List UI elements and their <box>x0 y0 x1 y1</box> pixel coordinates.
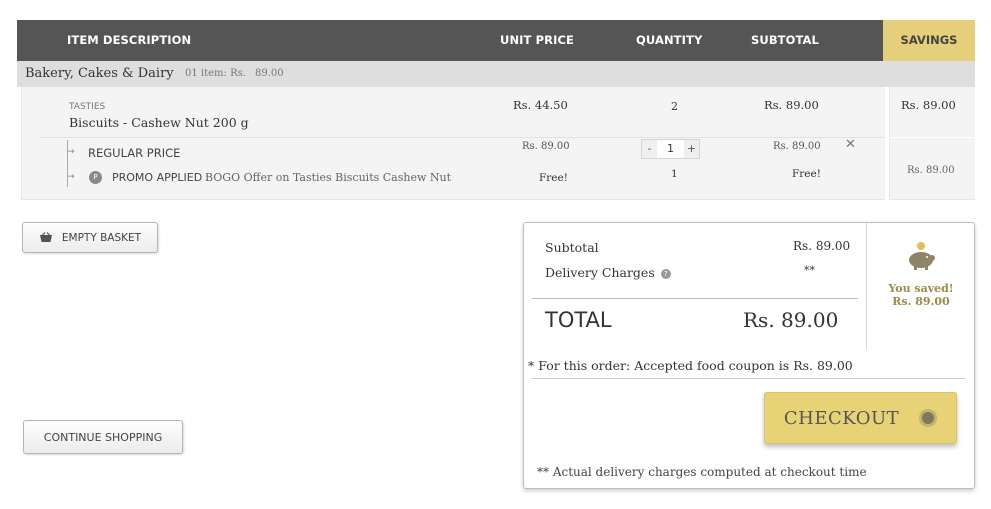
quantity-value[interactable]: 1 <box>657 140 684 158</box>
item-brand: TASTIES <box>69 102 106 112</box>
summary-divider <box>532 378 965 379</box>
total-label: TOTAL <box>545 308 612 332</box>
delivery-charges-value: ** <box>804 264 815 277</box>
delivery-note: ** Actual delivery charges computed at c… <box>537 465 867 479</box>
quantity-stepper[interactable]: - 1 + <box>641 139 700 159</box>
piggy-bank-icon <box>909 242 935 270</box>
summary-divider-vertical <box>866 223 867 349</box>
promo-quantity: 1 <box>671 168 678 180</box>
regular-unit-price: Rs. 89.00 <box>522 141 570 152</box>
header-subtotal: SUBTOTAL <box>751 33 819 47</box>
subtotal-label: Subtotal <box>545 240 599 255</box>
category-item-count: 01 item: Rs. <box>185 68 246 79</box>
promo-icon: P <box>89 171 102 184</box>
category-total: 89.00 <box>255 68 284 79</box>
arrow-right-icon: → <box>67 147 75 157</box>
increment-button[interactable]: + <box>684 140 699 158</box>
summary-divider <box>532 298 858 299</box>
coupon-note: * For this order: Accepted food coupon i… <box>528 358 853 373</box>
item-quantity: 2 <box>671 100 678 113</box>
continue-shopping-button[interactable]: CONTINUE SHOPPING <box>23 420 183 454</box>
arrow-right-icon: → <box>67 172 75 182</box>
total-value: Rs. 89.00 <box>743 308 839 332</box>
header-savings: SAVINGS <box>883 20 975 61</box>
basket-icon <box>39 232 52 242</box>
category-name: Bakery, Cakes & Dairy <box>25 66 174 81</box>
delivery-charges-row: Delivery Charges ? <box>545 265 671 280</box>
item-divider <box>41 137 885 138</box>
header-item-description: ITEM DESCRIPTION <box>67 33 192 47</box>
promo-description: BOGO Offer on Tasties Biscuits Cashew Nu… <box>205 171 452 184</box>
empty-basket-button[interactable]: EMPTY BASKET <box>22 222 158 253</box>
promo-unit-price: Free! <box>539 172 568 184</box>
item-name[interactable]: Biscuits - Cashew Nut 200 g <box>69 115 249 130</box>
empty-basket-label: EMPTY BASKET <box>61 231 142 244</box>
savings-panel: You saved! Rs. 89.00 <box>870 240 972 308</box>
item-unit-price: Rs. 44.50 <box>513 98 568 112</box>
decrement-button[interactable]: - <box>642 140 657 158</box>
promo-savings: Rs. 89.00 <box>907 165 955 176</box>
checkout-button[interactable]: CHECKOUT <box>764 392 957 444</box>
item-savings: Rs. 89.00 <box>901 98 956 112</box>
close-icon[interactable]: ✕ <box>845 137 856 152</box>
help-icon[interactable]: ? <box>660 268 671 279</box>
you-saved-label: You saved! <box>888 282 954 295</box>
header-quantity: QUANTITY <box>636 33 703 47</box>
circle-arrow-icon <box>919 409 938 427</box>
regular-subtotal: Rs. 89.00 <box>773 141 821 152</box>
item-subtotal: Rs. 89.00 <box>764 98 819 112</box>
promo-subtotal: Free! <box>792 168 821 180</box>
regular-price-label: REGULAR PRICE <box>88 146 181 160</box>
checkout-label: CHECKOUT <box>783 407 900 429</box>
subtotal-value: Rs. 89.00 <box>793 239 851 253</box>
delivery-charges-label: Delivery Charges <box>545 265 655 280</box>
cart-table-header: ITEM DESCRIPTION UNIT PRICE QUANTITY SUB… <box>17 20 975 61</box>
item-savings-cell <box>889 87 975 137</box>
promo-applied-label: PROMO APPLIED : <box>112 171 210 184</box>
you-saved-value: Rs. 89.00 <box>892 295 950 308</box>
category-row: Bakery, Cakes & Dairy 01 item: Rs. 89.00 <box>17 61 975 87</box>
header-unit-price: UNIT PRICE <box>500 33 574 47</box>
